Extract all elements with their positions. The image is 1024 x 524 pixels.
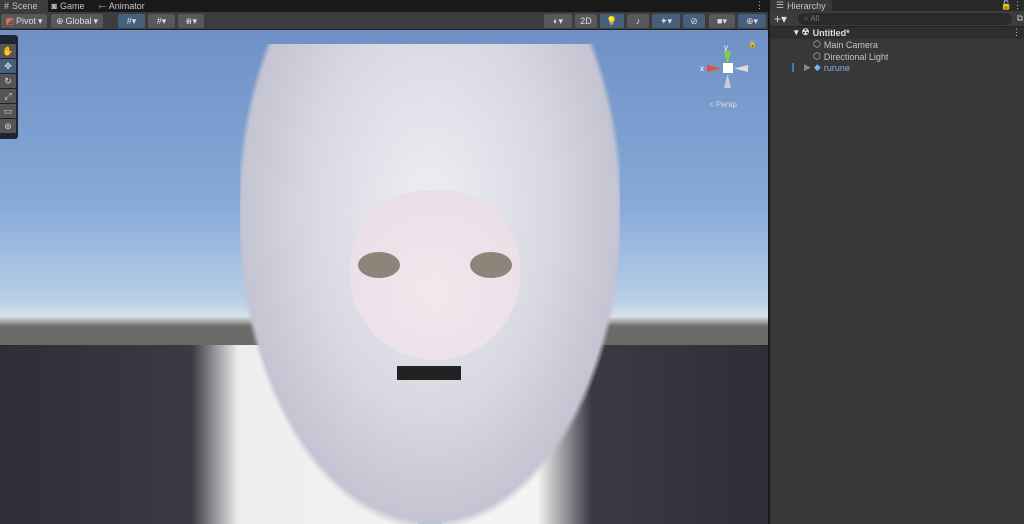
lock-icon[interactable]: 🔒: [748, 40, 757, 48]
hierarchy-search-input[interactable]: ⌕ All: [798, 13, 1012, 25]
animator-icon: ⤚: [98, 0, 106, 11]
prefab-icon: ◆: [813, 62, 821, 72]
scene-viewport[interactable]: y x < Persp 🔒: [0, 30, 768, 524]
rotate-tool[interactable]: ↻: [0, 74, 16, 88]
scene-row[interactable]: ▾ ☢ Untitled*: [794, 27, 850, 38]
hidden-eye-icon: ⊘: [690, 15, 698, 26]
lock-icon[interactable]: 🔓: [1001, 0, 1012, 11]
expand-arrow-icon[interactable]: ▶: [804, 62, 811, 73]
camera-icon: ■▾: [717, 15, 727, 26]
2d-toggle[interactable]: 2D: [575, 14, 597, 28]
character-eye-left: [358, 252, 400, 278]
transform-icon: ⊛: [4, 120, 12, 131]
rect-icon: ▭: [3, 105, 13, 116]
scale-tool[interactable]: ⤢: [0, 89, 16, 103]
gizmos-dropdown[interactable]: ⊕▾: [738, 14, 766, 28]
neg-x-axis-arrow[interactable]: [734, 65, 748, 72]
more-options-icon[interactable]: ⋮: [755, 0, 764, 11]
character-eye-right: [470, 252, 512, 278]
tool-palette: ✋ ✥ ↻ ⤢ ▭ ⊛: [0, 35, 18, 139]
gameobject-icon: ⬡: [813, 51, 821, 61]
effects-dropdown[interactable]: ✦▾: [652, 14, 680, 28]
tab-game[interactable]: ◙ Game: [48, 0, 95, 12]
global-dropdown[interactable]: ⊕ Global ▾: [51, 14, 103, 28]
move-tool[interactable]: ✥: [0, 59, 16, 73]
scene-tabs: # Scene ◙ Game ⤚ Animator ⋮: [0, 0, 768, 12]
hierarchy-item-directional-light[interactable]: ⬡ Directional Light: [813, 51, 888, 62]
hash-icon: #: [4, 1, 10, 11]
unity-scene-icon: ☢: [801, 27, 810, 37]
lightbulb-icon: 💡: [606, 15, 618, 26]
tab-scene[interactable]: # Scene: [0, 0, 48, 12]
gizmo-center-cube[interactable]: [723, 63, 733, 73]
effects-icon: ✦▾: [659, 15, 673, 26]
move-icon: ✥: [4, 60, 12, 71]
rotate-icon: ↻: [4, 75, 12, 86]
x-axis-arrow[interactable]: [707, 65, 721, 72]
hierarchy-tab-bar: ☰ Hierarchy 🔓 ⋮: [770, 0, 1024, 11]
audio-icon: ♪: [635, 16, 641, 26]
draw-mode-dropdown[interactable]: ◐▾: [544, 14, 572, 28]
scene-toolbar: ◩ Pivot ▾ ⊕ Global ▾ #▾ #▾ ⧻▾ ◐▾ 2D 💡 ♪ ✦▾ ⊘…: [0, 12, 768, 30]
scene-panel: # Scene ◙ Game ⤚ Animator ⋮ ◩ Pivot ▾ ⊕ Global…: [0, 0, 768, 524]
hierarchy-item-rurune[interactable]: ▶ ◆ rurune: [804, 62, 850, 73]
hand-tool[interactable]: ✋: [0, 44, 16, 58]
pivot-dropdown[interactable]: ◩ Pivot ▾: [1, 14, 47, 28]
lighting-toggle[interactable]: 💡: [600, 14, 624, 28]
scene-visibility-icon[interactable]: ⧉: [1017, 13, 1023, 24]
projection-label[interactable]: < Persp: [709, 100, 737, 109]
align-button[interactable]: ⧻▾: [178, 14, 204, 28]
character-choker: [397, 366, 461, 380]
pivot-icon: ◩: [5, 15, 14, 26]
align-icon: ⧻▾: [184, 15, 198, 26]
globe-icon: ⊕: [55, 15, 64, 26]
hierarchy-toolbar: +▾ ⌕ All ⧉: [770, 11, 1024, 27]
scale-icon: ⤢: [4, 90, 12, 101]
orientation-gizmo[interactable]: y x < Persp 🔒: [700, 40, 760, 125]
tab-hierarchy[interactable]: ☰ Hierarchy: [770, 0, 832, 11]
hierarchy-item-main-camera[interactable]: ⬡ Main Camera: [813, 39, 878, 50]
gamepad-icon: ◙: [51, 1, 57, 11]
grid-icon: #▾: [126, 15, 137, 26]
transform-tool[interactable]: ⊛: [0, 119, 16, 133]
add-button[interactable]: +▾: [774, 12, 787, 26]
list-icon: ☰: [776, 0, 785, 10]
modified-indicator: [792, 63, 794, 72]
expand-arrow-icon: ▾: [794, 27, 799, 37]
grid-snap-button[interactable]: #▾: [118, 14, 145, 28]
snap-increment-button[interactable]: #▾: [148, 14, 175, 28]
shading-icon: ◐▾: [553, 15, 563, 26]
more-options-icon[interactable]: ⋮: [1013, 0, 1022, 11]
gameobject-icon: ⬡: [813, 39, 821, 49]
gizmo-icon: ⊕▾: [745, 15, 759, 26]
scene-options-icon[interactable]: ⋮: [1012, 27, 1021, 38]
hierarchy-panel: ☰ Hierarchy 🔓 ⋮ +▾ ⌕ All ⧉ ▾ ☢ Untitled* ⋮ …: [770, 0, 1024, 524]
snap-icon: #▾: [156, 15, 167, 26]
tab-animator[interactable]: ⤚ Animator: [95, 0, 155, 12]
neg-z-axis-arrow[interactable]: [724, 74, 731, 88]
hand-icon: ✋: [2, 45, 14, 56]
audio-toggle[interactable]: ♪: [627, 14, 649, 28]
visibility-toggle[interactable]: ⊘: [683, 14, 705, 28]
camera-dropdown[interactable]: ■▾: [709, 14, 735, 28]
rect-tool[interactable]: ▭: [0, 104, 16, 118]
